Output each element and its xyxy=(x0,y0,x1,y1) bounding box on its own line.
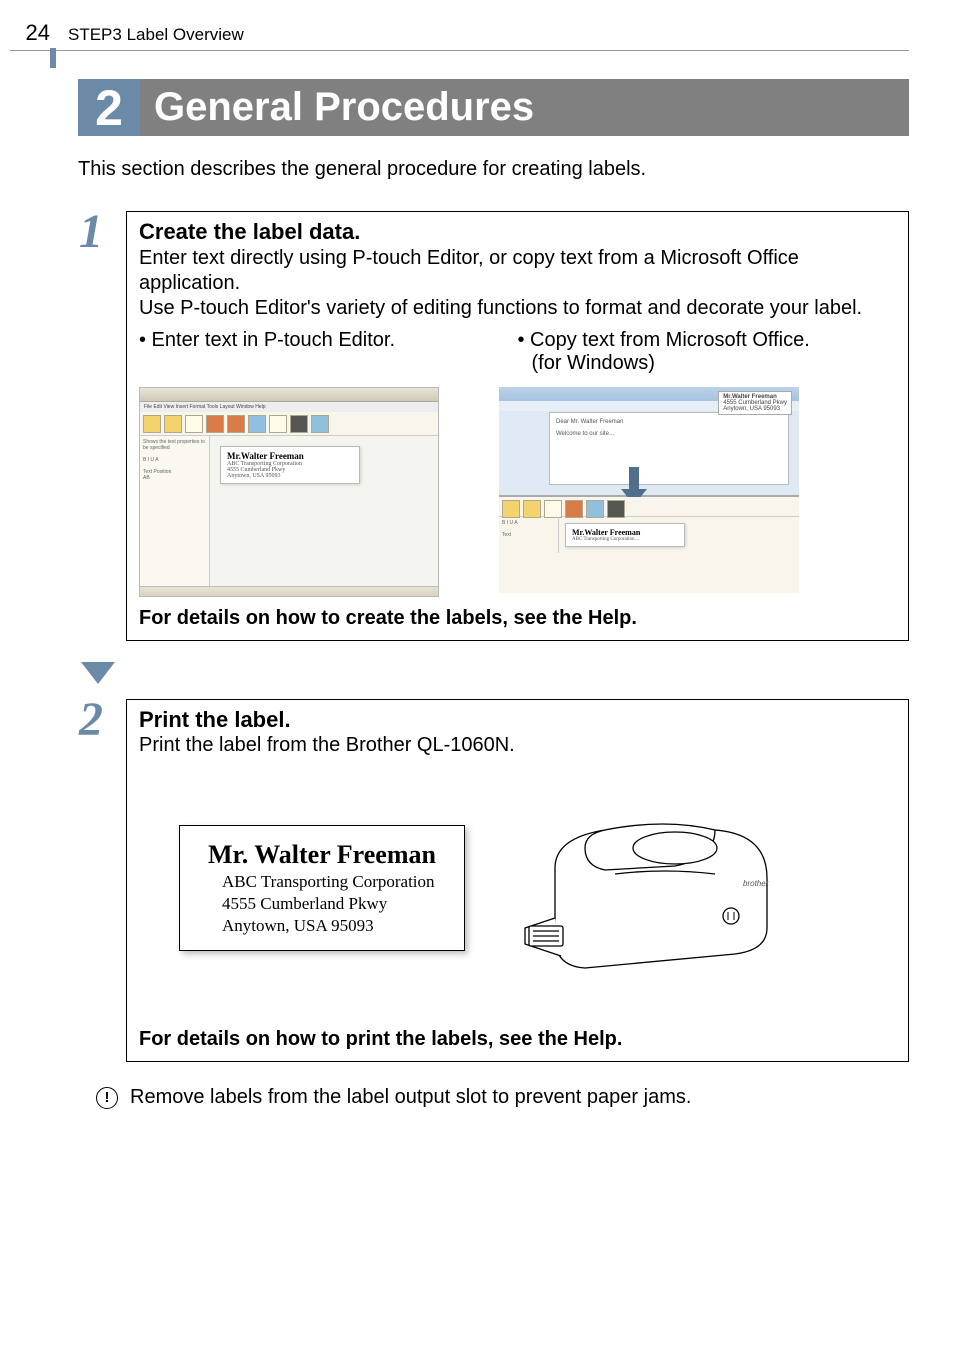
print-label-line1: ABC Transporting Corporation xyxy=(208,872,436,892)
intro-text: This section describes the general proce… xyxy=(78,158,909,181)
step-2-block: 2 Print the label. Print the label from … xyxy=(126,699,909,1063)
mini-label-card: Mr.Walter Freeman ABC Transporting Corpo… xyxy=(220,446,360,484)
ptouch-editor-screenshot: File Edit View Insert Format Tools Layou… xyxy=(139,387,439,597)
chapter-number: 2 xyxy=(78,79,140,136)
print-label-line3: Anytown, USA 95093 xyxy=(208,916,436,936)
page-number: 24 xyxy=(10,20,50,46)
chapter-title: General Procedures xyxy=(140,79,909,136)
step-1-bullet-right-1: • Copy text from Microsoft Office. xyxy=(518,329,897,352)
step-1-block: 1 Create the label data. Enter text dire… xyxy=(126,211,909,641)
step-1-number: 1 xyxy=(79,208,103,256)
note-text: Remove labels from the label output slot… xyxy=(130,1086,691,1109)
svg-text:brother: brother xyxy=(743,879,769,888)
flow-arrow-icon xyxy=(78,659,909,687)
warning-icon: ! xyxy=(96,1087,118,1109)
print-label-name: Mr. Walter Freeman xyxy=(208,840,436,870)
msoffice-screenshot: Dear Mr. Walter Freeman Welcome to our s… xyxy=(499,387,799,597)
step-2-body: Print the label from the Brother QL-1060… xyxy=(139,733,896,758)
step-1-body-2: Use P-touch Editor's variety of editing … xyxy=(139,296,896,321)
step-2-details: For details on how to print the labels, … xyxy=(139,1028,896,1051)
mini-label-name: Mr.Walter Freeman xyxy=(227,451,353,461)
chapter-heading: 2 General Procedures xyxy=(78,79,909,136)
step-1-bullet-left: • Enter text in P-touch Editor. xyxy=(139,329,518,375)
step-1-details: For details on how to create the labels,… xyxy=(139,607,896,630)
printed-label-card: Mr. Walter Freeman ABC Transporting Corp… xyxy=(179,825,465,951)
mini-label-line3: Anytown, USA 95093 xyxy=(227,473,353,479)
printer-illustration: brother xyxy=(515,788,795,988)
step-2-number: 2 xyxy=(79,696,103,744)
step-1-bullet-right-2: (for Windows) xyxy=(518,352,897,375)
step-1-body-1: Enter text directly using P-touch Editor… xyxy=(139,246,896,296)
step-2-title: Print the label. xyxy=(139,706,896,734)
accent-bar xyxy=(50,48,56,68)
mini-label2-name: Mr.Walter Freeman xyxy=(572,528,678,537)
print-label-line2: 4555 Cumberland Pkwy xyxy=(208,894,436,914)
note-row: ! Remove labels from the label output sl… xyxy=(96,1086,909,1109)
breadcrumb: STEP3 Label Overview xyxy=(68,25,244,45)
step-1-title: Create the label data. xyxy=(139,218,896,246)
